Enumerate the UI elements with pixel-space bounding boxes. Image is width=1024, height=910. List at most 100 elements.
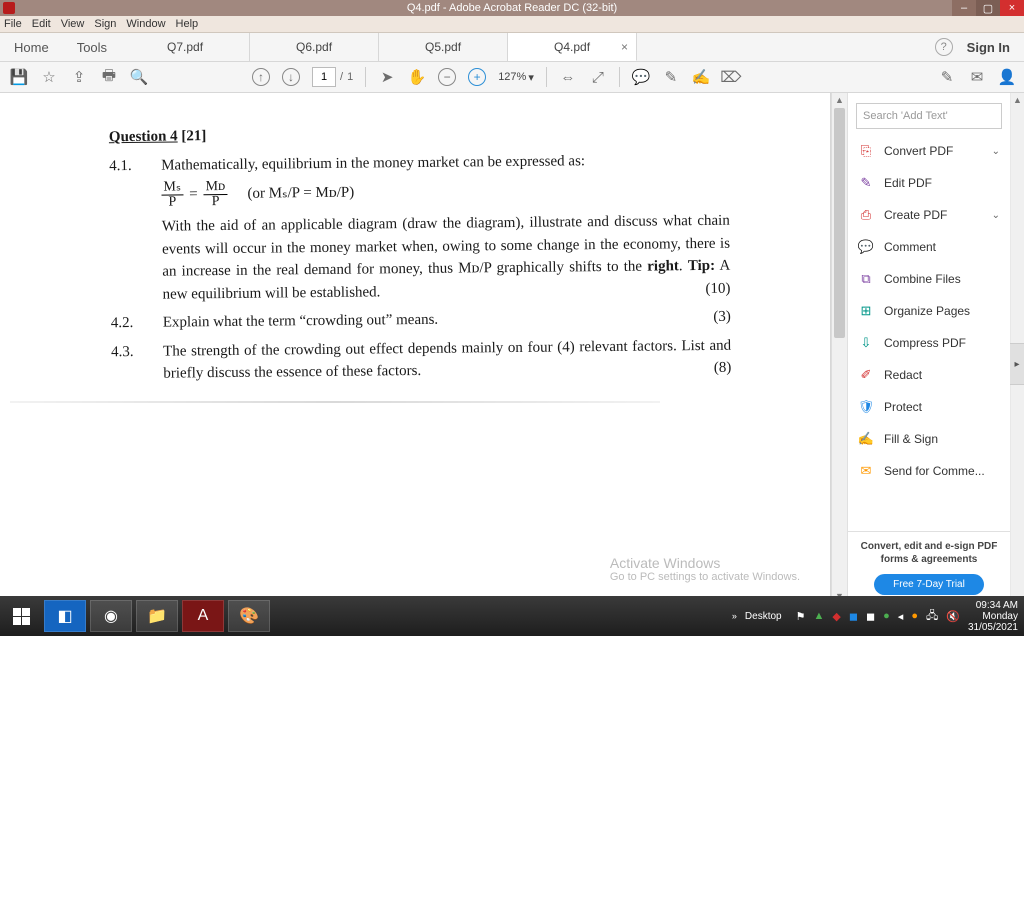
save-icon[interactable]: 💾 xyxy=(10,68,28,86)
tool-icon: ✍ xyxy=(858,431,874,447)
item-number: 4.2. xyxy=(111,312,145,335)
zoom-in-icon[interactable]: + xyxy=(468,68,486,86)
window-title: Q4.pdf - Adobe Acrobat Reader DC (32-bit… xyxy=(0,2,1024,14)
close-tab-icon[interactable]: × xyxy=(621,40,628,54)
tray-icon[interactable]: ⚑ xyxy=(796,610,806,623)
star-icon[interactable]: ☆ xyxy=(40,68,58,86)
tray-icon[interactable]: 🖧 xyxy=(926,607,938,626)
window-maximize-button[interactable]: ▢ xyxy=(976,0,1000,16)
tool-create-pdf[interactable]: ⎙Create PDF⌄ xyxy=(848,199,1010,231)
tray-icon[interactable]: ● xyxy=(911,610,918,622)
tool-compress-pdf[interactable]: ⇩Compress PDF xyxy=(848,327,1010,359)
question-heading: Question 4 [21] xyxy=(109,120,729,149)
tool-label: Create PDF xyxy=(884,208,947,222)
page-current-input[interactable] xyxy=(312,67,336,87)
marks: (10) xyxy=(705,277,730,300)
tool-combine-files[interactable]: ⧉Combine Files xyxy=(848,263,1010,295)
tools-search-input[interactable]: Search 'Add Text' xyxy=(856,103,1002,129)
scroll-up-icon[interactable]: ▲ xyxy=(1011,93,1024,107)
sign-icon[interactable]: ✍ xyxy=(692,68,710,86)
window-close-button[interactable]: × xyxy=(1000,0,1024,16)
highlight-icon[interactable]: ✎ xyxy=(662,68,680,86)
tray-volume-icon[interactable]: 🔇 xyxy=(946,610,960,623)
page-down-icon[interactable]: ↓ xyxy=(282,68,300,86)
tray-icon[interactable]: ◼ xyxy=(849,610,858,623)
scroll-thumb[interactable] xyxy=(834,108,845,338)
tray-icon[interactable]: ◆ xyxy=(832,610,840,623)
tool-icon: ⎘ xyxy=(858,143,874,159)
sign-in-button[interactable]: Sign In xyxy=(967,40,1010,55)
marks: (3) xyxy=(713,306,731,329)
tab-home[interactable]: Home xyxy=(0,33,63,61)
zoom-out-icon[interactable]: − xyxy=(438,68,456,86)
tool-label: Redact xyxy=(884,368,922,382)
doc-tab-q7[interactable]: Q7.pdf xyxy=(121,33,250,61)
doc-tab-q6[interactable]: Q6.pdf xyxy=(250,33,379,61)
tool-icon: ⎙ xyxy=(858,207,874,223)
menu-window[interactable]: Window xyxy=(126,18,165,30)
show-desktop-label[interactable]: Desktop xyxy=(745,611,782,622)
doc-tab-q4[interactable]: Q4.pdf × xyxy=(508,33,637,61)
tool-edit-pdf[interactable]: ✎Edit PDF xyxy=(848,167,1010,199)
tray-icon[interactable]: ◼ xyxy=(866,610,875,623)
tool-organize-pages[interactable]: ⊞Organize Pages xyxy=(848,295,1010,327)
separator xyxy=(365,67,366,87)
menu-view[interactable]: View xyxy=(61,18,85,30)
mail-icon[interactable]: ✉ xyxy=(968,68,986,86)
tool-convert-pdf[interactable]: ⎘Convert PDF⌄ xyxy=(848,135,1010,167)
cloud-icon[interactable]: ⇪ xyxy=(70,68,88,86)
share-icon[interactable]: 👤 xyxy=(998,68,1016,86)
window-minimize-button[interactable]: – xyxy=(952,0,976,16)
tray-icon[interactable]: ◂ xyxy=(898,610,904,623)
doc-tab-q5[interactable]: Q5.pdf xyxy=(379,33,508,61)
menu-help[interactable]: Help xyxy=(176,18,199,30)
taskbar-acrobat[interactable]: A xyxy=(182,600,224,632)
menu-sign[interactable]: Sign xyxy=(94,18,116,30)
tool-protect[interactable]: 🛡Protect xyxy=(848,391,1010,423)
fit-page-icon[interactable]: ⤢ xyxy=(589,68,607,86)
zoom-level[interactable]: 127% ▾ xyxy=(498,71,534,84)
comment-icon[interactable]: 💬 xyxy=(632,68,650,86)
scroll-up-icon[interactable]: ▲ xyxy=(832,93,847,107)
tool-redact[interactable]: ✐Redact xyxy=(848,359,1010,391)
window-titlebar: Q4.pdf - Adobe Acrobat Reader DC (32-bit… xyxy=(0,0,1024,16)
taskbar-paint[interactable]: 🎨 xyxy=(228,600,270,632)
main-area: ◂ Question 4 [21] 4.1. Mathematically, e… xyxy=(0,93,1024,603)
taskbar-clock[interactable]: 09:34 AM Monday 31/05/2021 xyxy=(968,600,1018,633)
item-body: Mathematically, equilibrium in the money… xyxy=(161,148,731,305)
document-view[interactable]: Question 4 [21] 4.1. Mathematically, equ… xyxy=(0,93,831,603)
annotate-icon[interactable]: ✎ xyxy=(938,68,956,86)
start-button[interactable] xyxy=(6,601,36,631)
stamp-icon[interactable]: ⌦ xyxy=(722,68,740,86)
tool-comment[interactable]: 💬Comment xyxy=(848,231,1010,263)
page-up-icon[interactable]: ↑ xyxy=(252,68,270,86)
chevron-down-icon: ⌄ xyxy=(992,146,1000,157)
fit-width-icon[interactable]: ⇔ xyxy=(559,68,577,86)
tray-icon[interactable]: ● xyxy=(883,610,890,622)
menu-edit[interactable]: Edit xyxy=(32,18,51,30)
marks: (8) xyxy=(714,357,732,380)
search-icon[interactable]: 🔍 xyxy=(130,68,148,86)
tool-fill-sign[interactable]: ✍Fill & Sign xyxy=(848,423,1010,455)
hand-icon[interactable]: ✋ xyxy=(408,68,426,86)
tray-icon[interactable]: ▲ xyxy=(813,610,824,622)
item-body: Explain what the term “crowding out” mea… xyxy=(163,306,731,334)
free-trial-button[interactable]: Free 7-Day Trial xyxy=(874,574,984,595)
taskbar-app-1[interactable]: ◧ xyxy=(44,600,86,632)
tool-label: Organize Pages xyxy=(884,304,970,318)
menu-file[interactable]: File xyxy=(4,18,22,30)
tab-tools[interactable]: Tools xyxy=(63,33,121,61)
windows-taskbar: ◧ ◉ 📁 A 🎨 » Desktop ⚑ ▲ ◆ ◼ ◼ ● ◂ ● 🖧 🔇 … xyxy=(0,596,1024,636)
page-indicator: / 1 xyxy=(312,67,353,87)
taskbar-explorer[interactable]: 📁 xyxy=(136,600,178,632)
pointer-icon[interactable]: ➤ xyxy=(378,68,396,86)
scan-line xyxy=(10,401,660,403)
tool-icon: ⇩ xyxy=(858,335,874,351)
doc-scrollbar[interactable]: ▲ ▼ xyxy=(831,93,847,603)
taskbar-chrome[interactable]: ◉ xyxy=(90,600,132,632)
help-icon[interactable]: ? xyxy=(935,38,953,56)
page-content: Question 4 [21] 4.1. Mathematically, equ… xyxy=(0,93,831,397)
tool-send-for-comme-[interactable]: ✉Send for Comme... xyxy=(848,455,1010,487)
print-icon[interactable]: 🖶 xyxy=(100,68,118,86)
tools-pane-toggle[interactable]: ▸ xyxy=(1009,343,1024,385)
